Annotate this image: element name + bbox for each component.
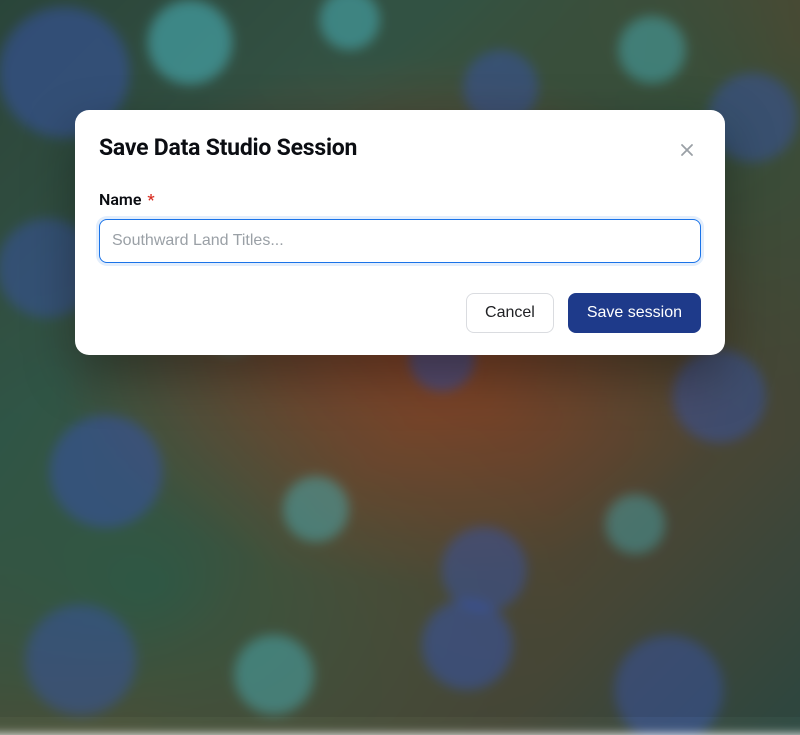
save-session-button[interactable]: Save session — [568, 293, 701, 333]
modal-header: Save Data Studio Session — [99, 134, 701, 164]
close-icon — [679, 142, 695, 158]
modal-overlay — [0, 0, 800, 717]
close-button[interactable] — [673, 136, 701, 164]
save-session-modal: Save Data Studio Session Name * Cancel S… — [75, 110, 725, 355]
name-input-wrap — [99, 219, 701, 263]
name-label-text: Name — [99, 190, 141, 209]
name-field-label: Name * — [99, 190, 701, 209]
required-indicator: * — [147, 190, 154, 209]
session-name-input[interactable] — [99, 219, 701, 263]
modal-actions: Cancel Save session — [99, 293, 701, 333]
modal-title: Save Data Studio Session — [99, 134, 357, 161]
cancel-button[interactable]: Cancel — [466, 293, 554, 333]
